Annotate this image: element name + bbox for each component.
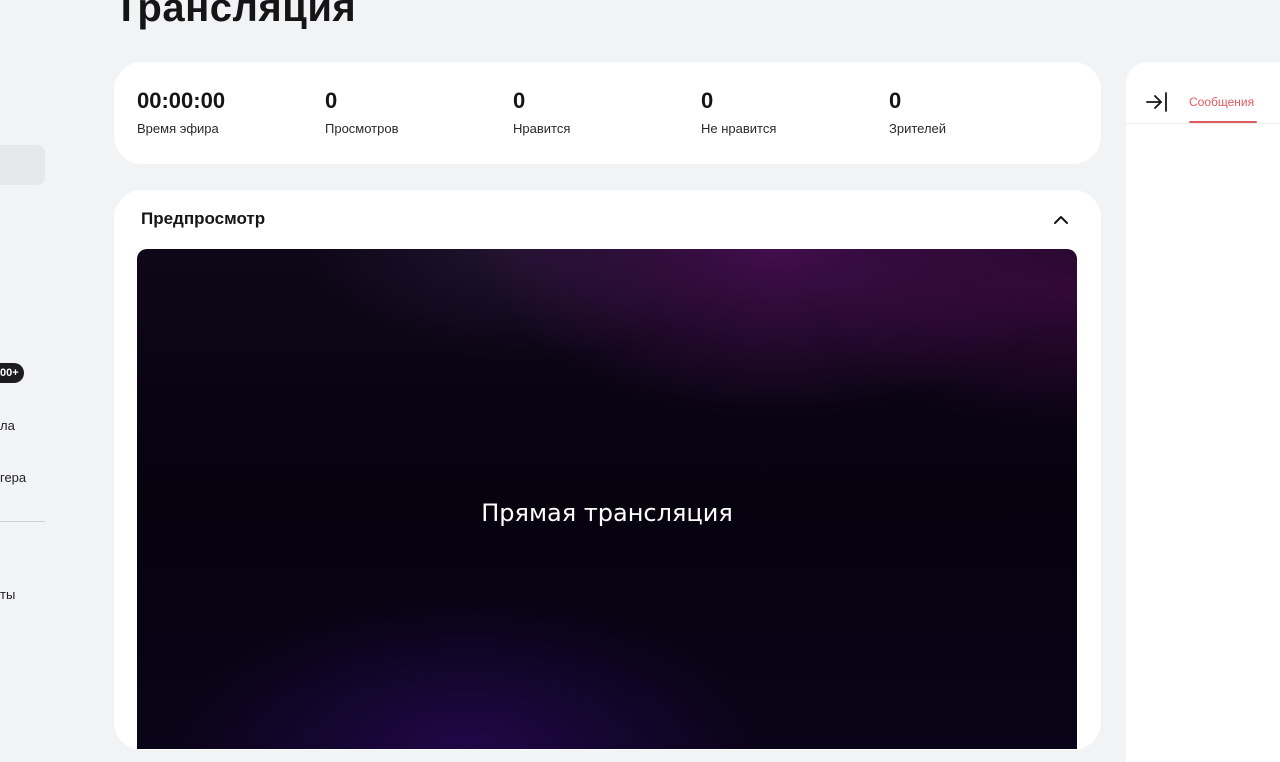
stat-airtime: 00:00:00 Время эфира [137, 88, 226, 137]
notification-badge: 00+ [0, 363, 24, 383]
page-title: Трансляция [114, 0, 357, 30]
stat-dislikes: 0 Не нравится [701, 88, 777, 137]
preview-card: Предпросмотр Прямая трансляция [114, 190, 1101, 750]
video-status-label: Прямая трансляция [481, 499, 733, 527]
preview-title: Предпросмотр [141, 209, 266, 228]
stat-label: Нравится [513, 121, 571, 136]
stat-value: 00:00:00 [137, 88, 226, 113]
collapse-right-icon [1146, 92, 1167, 112]
preview-collapse-button[interactable] [1049, 208, 1073, 232]
chat-divider [1126, 123, 1280, 124]
stat-value: 0 [513, 88, 526, 113]
stat-label: Время эфира [137, 121, 219, 136]
stat-viewers: 0 Зрителей [889, 88, 947, 137]
stat-label: Просмотров [325, 121, 399, 136]
sidebar-active-item[interactable] [0, 145, 45, 185]
chat-panel: Сообщения [1126, 62, 1280, 762]
chevron-up-icon [1054, 216, 1068, 224]
stat-label: Зрителей [889, 121, 947, 136]
chat-collapse-button[interactable] [1144, 89, 1170, 115]
tab-messages[interactable]: Сообщения [1189, 95, 1254, 109]
stats-card: 00:00:00 Время эфира 0 Просмотров 0 Нрав… [114, 62, 1101, 164]
video-preview[interactable]: Прямая трансляция [137, 249, 1077, 749]
stat-value: 0 [889, 88, 902, 113]
tab-active-indicator [1189, 121, 1257, 123]
sidebar-item-1[interactable]: ла [0, 418, 15, 433]
stat-label: Не нравится [701, 121, 777, 136]
stat-value: 0 [701, 88, 714, 113]
stat-likes: 0 Нравится [513, 88, 571, 137]
sidebar-item-2[interactable]: гера [0, 470, 26, 485]
sidebar-item-3[interactable]: ты [0, 587, 15, 602]
sidebar-divider [0, 521, 45, 522]
stat-value: 0 [325, 88, 338, 113]
stat-views: 0 Просмотров [325, 88, 399, 137]
sidebar: 00+ ла гера ты [0, 0, 60, 720]
